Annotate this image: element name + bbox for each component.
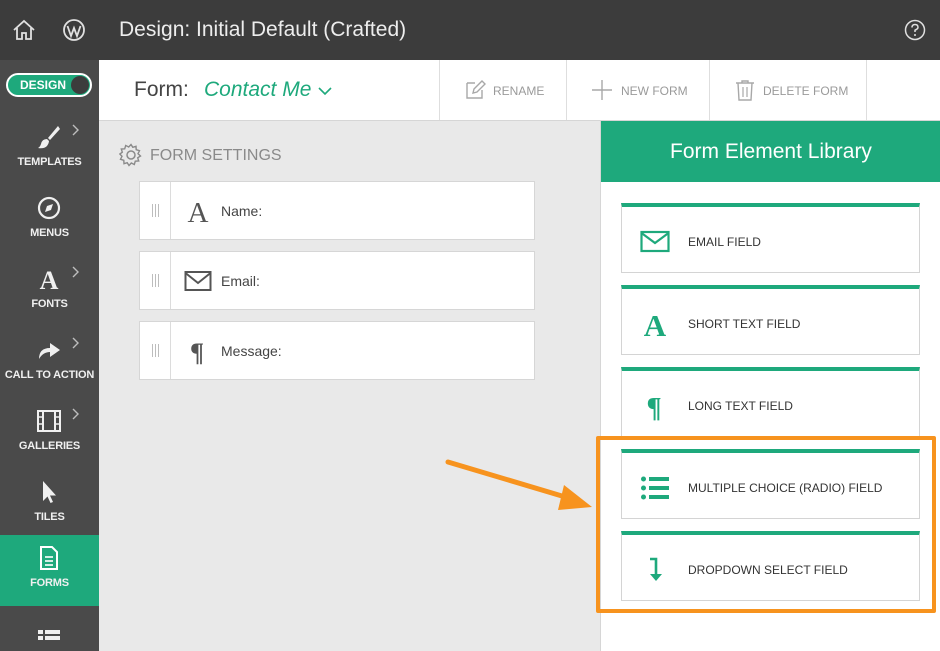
sidebar-item-forms[interactable]: FORMS — [0, 535, 99, 606]
sidebar-item-label: GALLERIES — [18, 440, 81, 452]
svg-text:¶: ¶ — [646, 393, 661, 421]
toggle-knob — [71, 76, 89, 94]
delete-form-button[interactable]: DELETE FORM — [709, 60, 867, 120]
form-field-email[interactable]: Email: — [139, 251, 535, 310]
share-arrow-icon — [39, 343, 60, 359]
design-title: Design: Initial Default (Crafted) — [119, 18, 407, 41]
sidebar-item-menus[interactable]: MENUS — [0, 185, 99, 256]
svg-text:A: A — [188, 197, 209, 225]
new-form-label: NEW FORM — [621, 84, 688, 98]
sidebar-item-more[interactable] — [0, 606, 99, 651]
chevron-right-icon — [72, 266, 79, 278]
svg-text:¶: ¶ — [190, 338, 204, 365]
sidebar-item-label: CALL TO ACTION — [4, 369, 95, 381]
wordpress-icon[interactable] — [62, 18, 86, 42]
field-label: Name: — [221, 203, 263, 219]
form-field-message[interactable]: ¶ Message: — [139, 321, 535, 380]
form-selector[interactable]: Contact Me — [204, 78, 311, 102]
svg-text:A: A — [644, 309, 667, 339]
svg-text:A: A — [40, 266, 59, 292]
rename-button[interactable]: RENAME — [439, 60, 566, 120]
design-toggle-label: DESIGN — [20, 78, 67, 92]
compass-icon — [37, 196, 61, 220]
help-icon[interactable] — [904, 19, 926, 41]
sidebar: DESIGN TEMPLATES MENUS A FONTS CALL TO A… — [0, 60, 99, 651]
chevron-right-icon — [72, 124, 79, 136]
library-item-label: EMAIL FIELD — [688, 235, 761, 249]
pencil-icon — [466, 80, 486, 99]
chevron-right-icon — [72, 337, 79, 349]
sidebar-item-tiles[interactable]: TILES — [0, 469, 99, 540]
library-item-label: LONG TEXT FIELD — [688, 399, 793, 413]
form-header: Form: Contact Me RENAME NEW FORM DELETE … — [99, 60, 940, 121]
field-label: Email: — [221, 273, 260, 289]
library-item-long-text[interactable]: ¶ LONG TEXT FIELD — [621, 367, 920, 437]
plus-icon — [592, 80, 612, 100]
library-item-short-text[interactable]: A SHORT TEXT FIELD — [621, 285, 920, 355]
trash-icon — [736, 80, 754, 101]
top-bar: Design: Initial Default (Crafted) — [0, 0, 940, 60]
sidebar-item-label: FONTS — [31, 298, 68, 310]
drag-handle[interactable] — [140, 252, 171, 309]
field-label: Message: — [221, 343, 282, 359]
sidebar-item-fonts[interactable]: A FONTS — [0, 256, 99, 327]
sidebar-item-label: FORMS — [30, 577, 69, 589]
form-settings-title[interactable]: FORM SETTINGS — [150, 147, 282, 165]
drag-handle[interactable] — [140, 322, 171, 379]
rename-label: RENAME — [493, 84, 545, 98]
library-item-email[interactable]: EMAIL FIELD — [621, 203, 920, 273]
form-field-name[interactable]: A Name: — [139, 181, 535, 240]
font-icon: A — [40, 266, 59, 292]
cursor-icon — [43, 481, 56, 503]
sidebar-item-label: TEMPLATES — [17, 156, 82, 168]
library-item-label: SHORT TEXT FIELD — [688, 317, 801, 331]
paintbrush-icon — [38, 126, 60, 149]
document-icon — [40, 546, 58, 570]
chevron-down-icon[interactable] — [318, 86, 332, 96]
delete-form-label: DELETE FORM — [763, 84, 849, 98]
text-a-icon: A — [188, 197, 209, 225]
sidebar-item-label: MENUS — [30, 227, 69, 239]
envelope-icon — [184, 271, 212, 291]
library-title: Form Element Library — [670, 140, 872, 163]
list-icon — [38, 630, 60, 640]
annotation-arrow — [445, 459, 592, 510]
pilcrow-icon: ¶ — [190, 338, 204, 365]
envelope-icon — [640, 230, 670, 253]
pilcrow-icon: ¶ — [646, 393, 661, 421]
form-label: Form: — [134, 78, 189, 101]
design-toggle[interactable]: DESIGN — [6, 73, 92, 97]
new-form-button[interactable]: NEW FORM — [566, 60, 709, 120]
sidebar-item-galleries[interactable]: GALLERIES — [0, 398, 99, 469]
film-icon — [37, 410, 61, 432]
library-header: Form Element Library — [601, 121, 940, 182]
gear-icon[interactable] — [119, 143, 143, 167]
sidebar-item-label: TILES — [34, 511, 65, 523]
sidebar-item-call-to-action[interactable]: CALL TO ACTION — [0, 327, 99, 398]
highlight-box — [596, 436, 936, 613]
chevron-right-icon — [72, 408, 79, 420]
drag-handle[interactable] — [140, 182, 171, 239]
sidebar-item-templates[interactable]: TEMPLATES — [0, 114, 99, 185]
text-a-icon: A — [644, 309, 667, 339]
home-icon[interactable] — [12, 18, 36, 42]
